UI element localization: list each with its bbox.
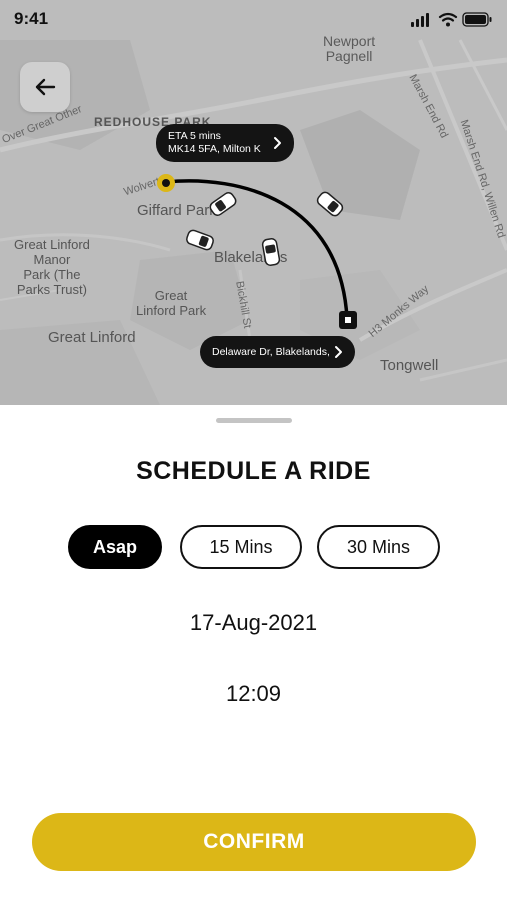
pickup-eta: ETA 5 mins [168,130,221,142]
map-label-great-linford: Great Linford [48,329,136,346]
car-icon [209,192,237,216]
option-15-mins-button[interactable]: 15 Mins [180,525,302,569]
car-icon [316,191,344,217]
option-30-mins-button[interactable]: 30 Mins [317,525,440,569]
pickup-pill-text: ETA 5 mins MK14 5FA, Milton K [168,130,261,156]
time-picker-value[interactable]: 12:09 [0,681,507,707]
signal-icon [411,13,429,27]
confirm-button[interactable]: CONFIRM [32,813,476,871]
option-asap-button[interactable]: Asap [68,525,162,569]
status-time: 9:41 [14,9,49,28]
map-label-tongwell: Tongwell [380,357,439,374]
dropoff-address-pill[interactable]: Delaware Dr, Blakelands, [200,336,355,368]
battery-icon [462,12,492,27]
status-bar: 9:41 [0,0,507,40]
back-button[interactable] [20,62,70,112]
chevron-right-icon [274,137,281,149]
pickup-address: MK14 5FA, Milton K [168,143,261,155]
car-icon [186,229,214,251]
map-view[interactable]: Newport Pagnell Marsh End Rd Marsh End R… [0,0,507,405]
wifi-icon [438,12,458,27]
map-label-great-linford-manor: Great Linford Manor Park (The Parks Trus… [14,237,90,297]
date-picker-value[interactable]: 17-Aug-2021 [0,610,507,636]
schedule-sheet: SCHEDULE A RIDE Asap 15 Mins 30 Mins 17-… [0,405,507,900]
car-icon [261,238,281,266]
map-label-great-linford-park: Great Linford Park [136,288,207,318]
pickup-eta-pill[interactable]: ETA 5 mins MK14 5FA, Milton K [156,124,294,162]
arrow-left-icon [35,78,56,96]
chevron-right-icon [335,346,342,358]
dropoff-marker-icon [339,311,357,329]
sheet-title: SCHEDULE A RIDE [136,457,371,485]
dropoff-address: Delaware Dr, Blakelands, [212,345,330,358]
status-icons [411,12,492,27]
sheet-drag-handle[interactable] [216,418,292,423]
pickup-marker-icon [157,174,175,192]
